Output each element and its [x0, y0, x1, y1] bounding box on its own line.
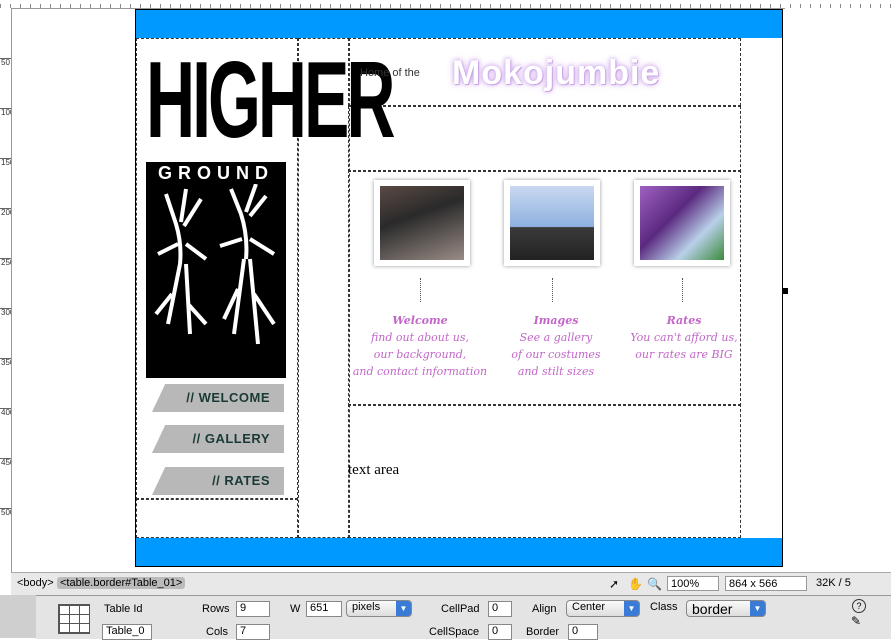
rates-caption-line: You can't afford us,: [630, 331, 738, 344]
welcome-caption-line: our background,: [373, 348, 467, 361]
canvas-margin: [782, 8, 891, 568]
stilt-figures-image: [146, 183, 286, 378]
ruler-tick: 300: [0, 308, 11, 355]
window-size-select[interactable]: 864 x 566: [725, 576, 807, 591]
ruler-tick: 450: [0, 458, 11, 505]
ruler-tick: 150: [0, 158, 11, 205]
panel-edge: [0, 595, 36, 638]
width-unit-value: pixels: [352, 601, 381, 613]
design-canvas[interactable]: HIGHER GROUND // WELCOME // GALLERY // R…: [135, 9, 783, 567]
class-select[interactable]: border ▼: [686, 600, 766, 617]
zoom-tool-icon[interactable]: 🔍: [647, 577, 662, 591]
property-inspector: Table Id Table_0 Rows 9 Cols 7 W 651 pix…: [36, 595, 891, 640]
class-label: Class: [650, 601, 678, 613]
cellspace-label: CellSpace: [429, 626, 480, 638]
empty-cell[interactable]: [348, 106, 741, 172]
nav-welcome-button[interactable]: // WELCOME: [152, 384, 284, 412]
align-label: Align: [532, 603, 557, 615]
download-time: 32K / 5 sec: [816, 577, 851, 604]
width-label: W: [290, 603, 301, 615]
zoom-select[interactable]: 100%: [667, 576, 719, 591]
ruler-tick: 400: [0, 408, 11, 455]
dotted-connector: [682, 278, 684, 302]
welcome-caption-line: find out about us,: [370, 331, 470, 344]
cellpad-label: CellPad: [441, 603, 480, 615]
mokojumbie-title: Mokojumbie: [452, 54, 661, 92]
width-field[interactable]: 651: [306, 601, 342, 617]
ruler-tick: 200: [0, 208, 11, 255]
help-icon[interactable]: ?: [852, 599, 866, 613]
class-value: border: [692, 601, 733, 617]
images-thumbnail[interactable]: [504, 180, 600, 266]
nav-gallery-button[interactable]: // GALLERY: [152, 425, 284, 453]
welcome-caption[interactable]: Welcome find out about us, our backgroun…: [350, 312, 490, 380]
ruler-tick: 50: [0, 58, 11, 105]
pointer-tool-icon[interactable]: ➚: [609, 577, 619, 591]
rates-caption-line: our rates are BIG: [635, 348, 733, 361]
welcome-thumbnail[interactable]: [374, 180, 470, 266]
ruler-tick: 250: [0, 258, 11, 305]
images-caption-title: Images: [533, 314, 579, 327]
table-icon: [58, 604, 90, 634]
cols-label: Cols: [206, 626, 229, 638]
ruler-tick: 100: [0, 108, 11, 155]
text-area-placeholder[interactable]: text area: [348, 462, 399, 479]
content-cell[interactable]: [348, 404, 741, 538]
images-caption[interactable]: Images See a gallery of our costumes and…: [486, 312, 626, 380]
images-photo: [510, 186, 594, 260]
images-caption-line: of our costumes: [511, 348, 601, 361]
images-caption-line: and stilt sizes: [517, 365, 595, 378]
align-value: Center: [572, 601, 606, 613]
welcome-caption-line: and contact information: [352, 365, 488, 378]
horizontal-ruler: [0, 0, 891, 9]
ruler-tick: 350: [0, 358, 11, 405]
logo-ground-text: GROUND: [146, 162, 286, 184]
rows-field[interactable]: 9: [236, 601, 270, 617]
chevron-down-icon: ▼: [624, 601, 639, 616]
welcome-photo: [380, 186, 464, 260]
ruler-tick: 500: [0, 508, 11, 555]
tag-selector-table[interactable]: <table.border#Table_01>: [57, 577, 186, 589]
images-caption-line: See a gallery: [519, 331, 593, 344]
border-label: Border: [526, 626, 560, 638]
home-of-text: Home of the: [360, 67, 420, 79]
rates-caption[interactable]: Rates You can't afford us, our rates are…: [614, 312, 754, 363]
dotted-connector: [420, 278, 422, 302]
table-id-label: Table Id: [104, 603, 143, 615]
bottom-left-cell[interactable]: [136, 498, 298, 538]
rates-photo: [640, 186, 724, 260]
vertical-ruler: 50 100 150 200 250 300 350 400 450 500: [0, 8, 12, 598]
chevron-down-icon: ▼: [750, 601, 765, 616]
footer-bar: [136, 538, 782, 566]
welcome-caption-title: Welcome: [392, 314, 448, 327]
rates-caption-title: Rates: [666, 314, 702, 327]
cellpad-field[interactable]: 0: [488, 601, 512, 617]
align-select[interactable]: Center ▼: [566, 600, 640, 617]
tag-selector-body[interactable]: <body>: [17, 577, 54, 589]
header-bar: [136, 10, 782, 38]
nav-rates-button[interactable]: // RATES: [152, 467, 284, 495]
rates-thumbnail[interactable]: [634, 180, 730, 266]
width-unit-select[interactable]: pixels ▼: [346, 600, 412, 617]
higher-ground-logo: HIGHER GROUND: [146, 46, 395, 378]
dotted-connector: [552, 278, 554, 302]
chevron-down-icon: ▼: [396, 601, 411, 616]
rows-label: Rows: [202, 603, 230, 615]
status-bar: <body> <table.border#Table_01> ➚ ✋ 🔍 100…: [11, 572, 891, 604]
edit-icon[interactable]: ✎: [851, 614, 861, 628]
hand-tool-icon[interactable]: ✋: [628, 577, 643, 591]
